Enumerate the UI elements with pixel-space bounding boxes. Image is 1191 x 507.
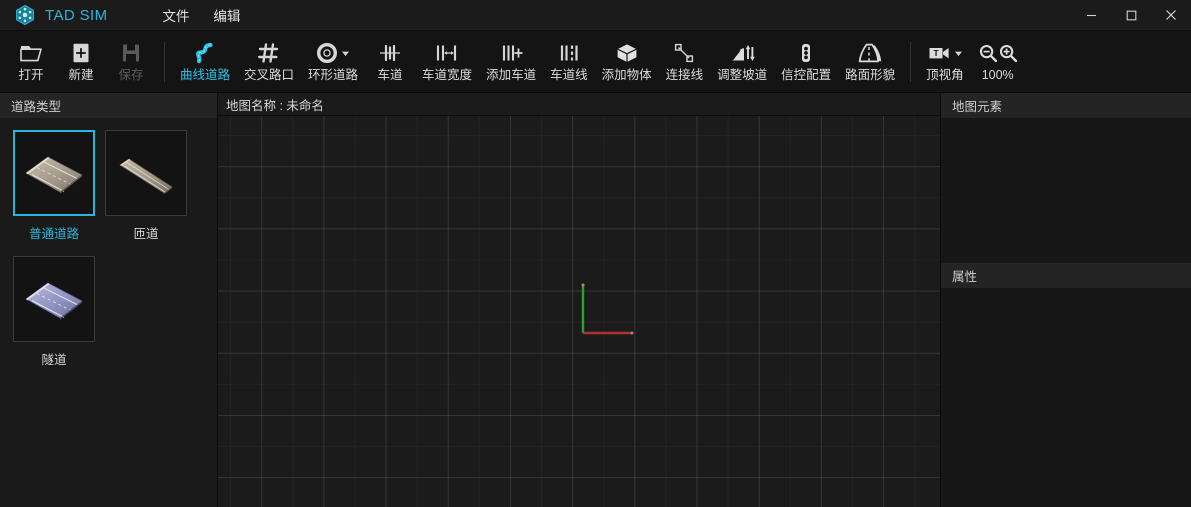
toolbar-signal-config-label: 信控配置 [781,68,832,83]
road-type-ramp-label: 匝道 [133,227,159,241]
app-title: TAD SIM [45,6,108,24]
menu-bar: 文件 编辑 [160,2,244,28]
inspector-panel: 地图元素 属性 [940,93,1191,507]
toolbar-lane-width-button[interactable]: 车道宽度 [415,34,479,90]
traffic-light-icon [797,40,815,66]
roundabout-icon [316,40,350,66]
road-type-list: 普通道路 匝道 隧道 [0,118,217,382]
zoom-in-icon [999,45,1017,63]
toolbar-road-surface-button[interactable]: 路面形貌 [838,34,902,90]
new-file-icon [70,40,92,66]
chevron-down-icon [342,51,350,56]
lane-line-icon [557,40,581,66]
toolbar-connection-line-label: 连接线 [665,68,704,83]
menu-edit[interactable]: 编辑 [211,2,244,28]
save-disk-icon [120,40,142,66]
toolbar-road-surface-label: 路面形貌 [845,68,896,83]
connection-line-icon [672,40,696,66]
lane-width-icon [434,40,460,66]
toolbar-separator-1 [164,41,165,82]
curve-road-icon [193,40,217,66]
toolbar-lane-width-label: 车道宽度 [422,68,473,83]
open-folder-icon [19,40,43,66]
toolbar-new-label: 新建 [68,68,94,83]
toolbar-lane-line-label: 车道线 [550,68,588,83]
window-controls [1071,0,1191,31]
toolbar-zoom-level[interactable]: 100% [971,34,1025,90]
road-type-ramp[interactable]: 匝道 [100,130,192,242]
toolbar-intersection-button[interactable]: 交叉路口 [237,34,301,90]
minimize-icon [1086,14,1096,16]
maximize-icon [1126,10,1136,20]
map-canvas[interactable] [218,116,940,507]
tadsim-logo-icon [14,4,36,26]
menu-file[interactable]: 文件 [160,2,193,28]
map-name-label: 地图名称 : 未命名 [226,98,324,113]
toolbar-roundabout-button[interactable]: 环形道路 [301,34,365,90]
road-surface-icon [857,40,883,66]
zoom-out-icon [979,45,997,63]
map-elements-list[interactable] [941,118,1191,263]
chevron-down-icon [954,51,962,56]
road-type-panel: 道路类型 普通道路 匝道 隧道 [0,93,218,507]
toolbar-signal-config-button[interactable]: 信控配置 [774,34,838,90]
toolbar-add-object-button[interactable]: 添加物体 [595,34,659,90]
map-elements-header: 地图元素 [941,93,1191,118]
normal-road-thumb [13,130,95,216]
zoom-controls-icon [978,40,1018,66]
adjust-ramp-icon [729,40,755,66]
title-bar: TAD SIM 文件 编辑 [0,0,1191,31]
minimize-button[interactable] [1071,0,1111,31]
map-viewport: 地图名称 : 未命名 [218,93,940,507]
toolbar-zoom-level-label: 100% [981,68,1014,83]
toolbar-curve-road-button[interactable]: 曲线道路 [173,34,237,90]
toolbar-add-lane-button[interactable]: 添加车道 [479,34,543,90]
lane-icon [378,40,402,66]
toolbar-intersection-label: 交叉路口 [244,68,295,83]
toolbar-save-label: 保存 [118,68,144,83]
main-toolbar: 打开 新建 保存 曲线道路 交叉路口 环形道路 车道 车道宽度 添加车道 车道线… [0,31,1191,93]
toolbar-top-view-button[interactable]: T 顶视角 [919,34,971,90]
toolbar-add-object-label: 添加物体 [601,68,652,83]
application-window: TAD SIM 文件 编辑 打开 新建 保存 曲线道路 交叉路口 环形道路 车道… [0,0,1191,507]
road-type-normal[interactable]: 普通道路 [8,130,100,242]
app-logo: TAD SIM [0,4,108,26]
road-type-panel-header: 道路类型 [0,93,217,118]
maximize-button[interactable] [1111,0,1151,31]
close-icon [1166,10,1176,20]
ramp-road-thumb [105,130,187,216]
toolbar-lane-label: 车道 [377,68,403,83]
intersection-icon [257,40,281,66]
toolbar-connection-line-button[interactable]: 连接线 [659,34,711,90]
toolbar-lane-button[interactable]: 车道 [365,34,415,90]
toolbar-new-button[interactable]: 新建 [56,34,106,90]
toolbar-adjust-ramp-button[interactable]: 调整坡道 [710,34,774,90]
toolbar-open-label: 打开 [18,68,44,83]
toolbar-roundabout-label: 环形道路 [308,68,359,83]
properties-header: 属性 [941,263,1191,288]
toolbar-curve-road-label: 曲线道路 [180,68,231,83]
toolbar-open-button[interactable]: 打开 [6,34,56,90]
tunnel-road-thumb [13,256,95,342]
top-view-camera-icon: T [927,40,963,66]
toolbar-adjust-ramp-label: 调整坡道 [717,68,768,83]
toolbar-add-lane-label: 添加车道 [486,68,537,83]
toolbar-separator-2 [910,41,912,82]
toolbar-top-view-label: 顶视角 [926,68,964,83]
workspace: 道路类型 普通道路 匝道 隧道 地图名称: 未命名 地图元素 属性 [0,93,1191,507]
map-name-bar: 地图名称 : 未命名 [218,93,940,116]
road-type-tunnel-label: 隧道 [41,353,67,367]
close-button[interactable] [1151,0,1191,31]
toolbar-lane-line-button[interactable]: 车道线 [543,34,595,90]
svg-text:T: T [933,48,939,58]
origin-axis-gizmo [581,283,634,335]
properties-content[interactable] [941,288,1191,507]
add-object-icon [615,40,639,66]
add-lane-icon [499,40,523,66]
road-type-normal-label: 普通道路 [28,227,79,241]
toolbar-save-button[interactable]: 保存 [106,34,156,90]
road-type-tunnel[interactable]: 隧道 [8,256,100,368]
